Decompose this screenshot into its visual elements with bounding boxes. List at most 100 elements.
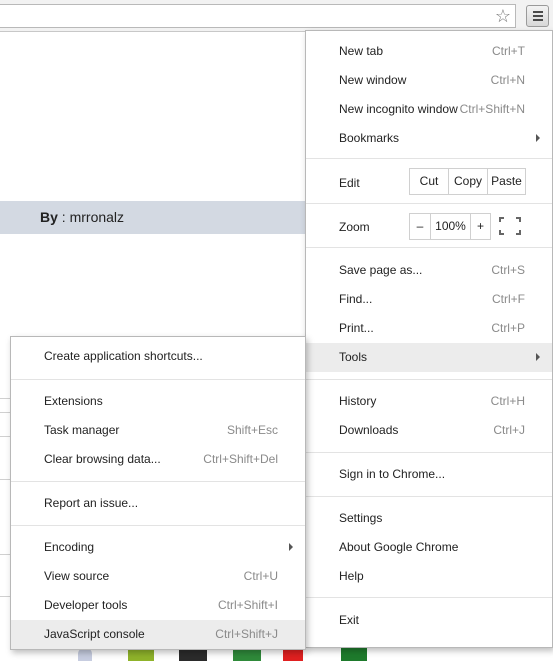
menu-item-label: Edit xyxy=(339,176,360,190)
menu-item-history[interactable]: History Ctrl+H xyxy=(306,387,552,416)
paste-button[interactable]: Paste xyxy=(487,169,525,194)
menu-item-shortcut: Ctrl+Shift+N xyxy=(459,102,525,116)
menu-separator xyxy=(11,525,305,526)
fullscreen-icon[interactable] xyxy=(499,217,521,235)
menu-item-developer-tools[interactable]: Developer tools Ctrl+Shift+I xyxy=(11,591,305,620)
menu-item-label: Encoding xyxy=(44,540,95,554)
menu-item-new-window[interactable]: New window Ctrl+N xyxy=(306,66,552,95)
thumbnail-image xyxy=(341,648,367,661)
menu-item-label: Find... xyxy=(339,292,373,306)
menu-item-sign-in[interactable]: Sign in to Chrome... xyxy=(306,460,552,489)
menu-item-shortcut: Ctrl+S xyxy=(491,263,525,277)
by-separator: : xyxy=(57,209,70,225)
menu-item-downloads[interactable]: Downloads Ctrl+J xyxy=(306,416,552,445)
chevron-right-icon xyxy=(536,353,540,361)
menu-separator xyxy=(306,597,552,598)
menu-separator xyxy=(306,379,552,380)
menu-item-help[interactable]: Help xyxy=(306,562,552,591)
zoom-out-button[interactable]: – xyxy=(410,214,430,239)
divider xyxy=(0,596,10,597)
fullscreen-corner xyxy=(516,230,521,235)
menu-separator xyxy=(306,452,552,453)
menu-item-exit[interactable]: Exit xyxy=(306,606,552,635)
menu-item-label: Print... xyxy=(339,321,374,335)
menu-item-label: Task manager xyxy=(44,423,120,437)
menu-item-new-tab[interactable]: New tab Ctrl+T xyxy=(306,37,552,66)
menu-item-shortcut: Ctrl+Shift+J xyxy=(215,627,278,641)
menu-item-shortcut: Ctrl+Shift+I xyxy=(217,598,278,612)
menu-item-save-page[interactable]: Save page as... Ctrl+S xyxy=(306,256,552,285)
menu-item-shortcut: Ctrl+F xyxy=(492,292,525,306)
menu-item-print[interactable]: Print... Ctrl+P xyxy=(306,314,552,343)
menu-item-label: New window xyxy=(339,73,407,87)
menu-item-label: Sign in to Chrome... xyxy=(339,467,446,481)
chrome-main-menu: New tab Ctrl+T New window Ctrl+N New inc… xyxy=(305,30,553,648)
menu-item-label: Settings xyxy=(339,511,383,525)
menu-item-label: About Google Chrome xyxy=(339,540,459,554)
menu-item-label: History xyxy=(339,394,377,408)
cut-button[interactable]: Cut xyxy=(410,169,448,194)
menu-item-label: Bookmarks xyxy=(339,131,400,145)
menu-item-label: Exit xyxy=(339,613,360,627)
menu-item-shortcut: Ctrl+T xyxy=(492,44,525,58)
menu-item-label: Help xyxy=(339,569,364,583)
address-bar[interactable]: ☆ xyxy=(0,4,516,28)
menu-item-label: View source xyxy=(44,569,110,583)
author-name[interactable]: mrronalz xyxy=(70,209,124,225)
menu-separator xyxy=(11,481,305,482)
menu-item-extensions[interactable]: Extensions xyxy=(11,387,305,416)
menu-bar-line xyxy=(533,15,543,17)
menu-item-report-issue[interactable]: Report an issue... xyxy=(11,489,305,518)
menu-item-label: New tab xyxy=(339,44,384,58)
menu-item-label: Developer tools xyxy=(44,598,128,612)
menu-item-tools[interactable]: Tools xyxy=(306,343,552,372)
fullscreen-corner xyxy=(516,217,521,222)
menu-item-shortcut: Ctrl+Shift+Del xyxy=(203,452,278,466)
menu-item-create-shortcuts[interactable]: Create application shortcuts... xyxy=(11,342,305,371)
divider xyxy=(0,554,10,555)
menu-item-label: Extensions xyxy=(44,394,103,408)
divider xyxy=(0,412,10,413)
fullscreen-corner xyxy=(499,217,504,222)
menu-item-bookmarks[interactable]: Bookmarks xyxy=(306,124,552,153)
menu-item-about-chrome[interactable]: About Google Chrome xyxy=(306,533,552,562)
menu-item-label: Save page as... xyxy=(339,263,423,277)
menu-item-label: Report an issue... xyxy=(44,496,139,510)
menu-item-task-manager[interactable]: Task manager Shift+Esc xyxy=(11,416,305,445)
star-icon[interactable]: ☆ xyxy=(493,6,513,26)
menu-bar-line xyxy=(533,11,543,13)
chevron-right-icon xyxy=(536,134,540,142)
menu-item-label: Create application shortcuts... xyxy=(44,349,203,363)
menu-item-label: Tools xyxy=(339,350,368,364)
menu-item-new-incognito-window[interactable]: New incognito window Ctrl+Shift+N xyxy=(306,95,552,124)
menu-item-label: Clear browsing data... xyxy=(44,452,161,466)
menu-item-javascript-console[interactable]: JavaScript console Ctrl+Shift+J xyxy=(11,620,305,649)
menu-item-label: New incognito window xyxy=(339,102,458,116)
hamburger-menu-icon[interactable] xyxy=(526,5,549,27)
zoom-in-button[interactable]: + xyxy=(470,214,490,239)
menu-item-shortcut: Ctrl+J xyxy=(493,423,525,437)
menu-item-shortcut: Ctrl+P xyxy=(491,321,525,335)
menu-item-label: JavaScript console xyxy=(44,627,145,641)
copy-button[interactable]: Copy xyxy=(448,169,487,194)
menu-separator xyxy=(306,203,552,204)
zoom-button-group: – 100% + xyxy=(409,213,491,240)
author-line: By : mrronalz xyxy=(40,209,124,225)
by-label: By xyxy=(40,209,58,225)
menu-item-clear-browsing-data[interactable]: Clear browsing data... Ctrl+Shift+Del xyxy=(11,445,305,474)
divider xyxy=(0,479,10,480)
menu-item-shortcut: Shift+Esc xyxy=(226,423,278,437)
menu-item-label: Zoom xyxy=(339,220,370,234)
menu-separator xyxy=(306,496,552,497)
edit-button-group: Cut Copy Paste xyxy=(409,168,526,195)
menu-item-encoding[interactable]: Encoding xyxy=(11,533,305,562)
menu-separator xyxy=(306,158,552,159)
page-left-edge xyxy=(0,336,10,648)
menu-item-find[interactable]: Find... Ctrl+F xyxy=(306,285,552,314)
menu-item-view-source[interactable]: View source Ctrl+U xyxy=(11,562,305,591)
menu-item-label: Downloads xyxy=(339,423,399,437)
tools-submenu: Create application shortcuts... Extensio… xyxy=(10,336,306,650)
divider xyxy=(0,398,10,399)
menu-item-shortcut: Ctrl+H xyxy=(490,394,525,408)
menu-item-settings[interactable]: Settings xyxy=(306,504,552,533)
